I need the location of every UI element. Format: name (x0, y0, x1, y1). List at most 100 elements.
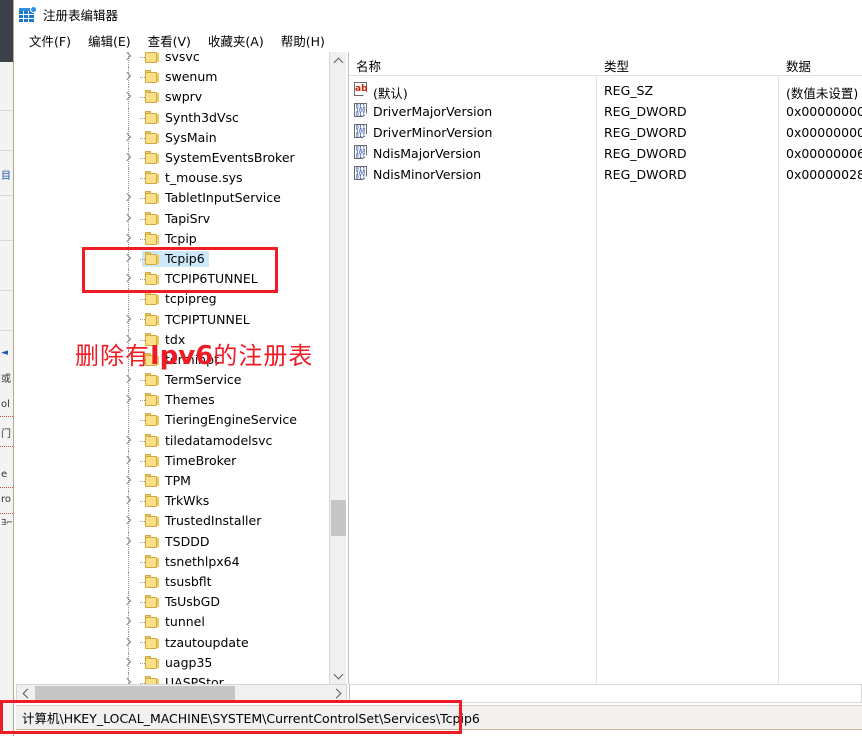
chevron-right-icon[interactable] (120, 52, 136, 67)
chevron-right-icon[interactable] (120, 431, 136, 451)
chevron-right-icon[interactable] (120, 67, 136, 87)
tree-item-content[interactable]: UASPStor (142, 675, 228, 684)
value-row[interactable]: 011 100 011 DriverMinorVersion REG_DWORD 0x00… (349, 122, 862, 143)
tree-item-content[interactable]: tunnel (142, 614, 209, 630)
hscrollbar-thumb[interactable] (35, 686, 235, 701)
tree-item-content[interactable]: uagp35 (142, 655, 216, 671)
tree-item-content[interactable]: swprv (142, 89, 206, 105)
tree-item-content[interactable]: terminpt (142, 352, 223, 368)
tree-item-content[interactable]: TrkWks (142, 493, 213, 509)
chevron-right-icon[interactable] (120, 592, 136, 612)
tree-item-content[interactable]: TabletInputService (142, 190, 285, 206)
tree-item-tunnel[interactable]: tunnel (16, 612, 330, 633)
tree-item-content[interactable]: SystemEventsBroker (142, 150, 299, 166)
chevron-right-icon[interactable] (120, 491, 136, 511)
tree-item-themes[interactable]: Themes (16, 390, 330, 411)
tree-item-tcpip6[interactable]: Tcpip6 (16, 248, 330, 270)
tree-item-content[interactable]: Tcpip (142, 231, 201, 247)
tree-item-content[interactable]: TSDDD (142, 534, 213, 550)
value-row[interactable]: ab (默认) REG_SZ (数值未设置) (349, 80, 862, 101)
tree-item-sysmain[interactable]: SysMain (16, 127, 330, 148)
menu-item-file[interactable]: 文件(F) (21, 29, 80, 52)
chevron-right-icon[interactable] (120, 370, 136, 390)
column-header-type[interactable]: 类型 (604, 56, 629, 75)
value-row[interactable]: 011 100 011 NdisMinorVersion REG_DWORD 0x0000… (349, 164, 862, 185)
tree-item-content[interactable]: swenum (142, 69, 221, 85)
scroll-right-button[interactable] (329, 685, 346, 702)
chevron-right-icon[interactable] (120, 653, 136, 673)
tree-item-trkwks[interactable]: TrkWks (16, 491, 330, 512)
tree-item-content[interactable]: tcpipreg (142, 291, 221, 307)
tree-item-tiledatamodelsvc[interactable]: tiledatamodelsvc (16, 430, 330, 451)
tree-item-content[interactable]: Tcpip6 (142, 250, 209, 267)
tree-item-tpm[interactable]: TPM (16, 470, 330, 492)
column-header-data[interactable]: 数据 (786, 56, 811, 75)
scroll-down-button[interactable] (330, 667, 346, 684)
tree-item-t-mouse-sys[interactable]: t_mouse.sys (16, 168, 330, 189)
chevron-right-icon[interactable] (120, 633, 136, 653)
chevron-right-icon[interactable] (120, 249, 136, 269)
chevron-right-icon[interactable] (120, 532, 136, 552)
tree-item-tsnethlpx64[interactable]: tsnethlpx64 (16, 551, 330, 572)
tree-item-content[interactable]: TCPIP6TUNNEL (142, 271, 262, 287)
tree-item-timebroker[interactable]: TimeBroker (16, 450, 330, 471)
scrollbar-thumb[interactable] (331, 500, 346, 536)
tree-item-content[interactable]: TieringEngineService (142, 412, 301, 428)
tree-item-content[interactable]: TsUsbGD (142, 594, 224, 610)
menu-item-edit[interactable]: 编辑(E) (80, 29, 140, 52)
tree-item-tcpip[interactable]: Tcpip (16, 228, 330, 249)
tree-item-content[interactable]: SysMain (142, 130, 221, 146)
tree-item-content[interactable]: TimeBroker (142, 453, 240, 469)
chevron-right-icon[interactable] (120, 209, 136, 229)
tree-item-termservice[interactable]: TermService (16, 370, 330, 391)
tree-item-content[interactable]: TrustedInstaller (142, 513, 265, 529)
chevron-right-icon[interactable] (120, 87, 136, 107)
scroll-up-button[interactable] (330, 52, 346, 69)
chevron-right-icon[interactable] (120, 673, 136, 684)
tree-item-content[interactable]: tdx (142, 332, 189, 348)
tree-item-uaspstor[interactable]: UASPStor (16, 672, 330, 684)
chevron-right-icon[interactable] (120, 330, 136, 350)
tree-item-tcpipreg[interactable]: tcpipreg (16, 289, 330, 310)
tree-item-synth3dvsc[interactable]: Synth3dVsc (16, 107, 330, 128)
tree-item-content[interactable]: t_mouse.sys (142, 170, 247, 186)
value-row[interactable]: 011 100 011 DriverMajorVersion REG_DWORD 0x00… (349, 101, 862, 122)
chevron-right-icon[interactable] (120, 269, 136, 289)
tree-item-tapisrv[interactable]: TapiSrv (16, 208, 330, 229)
tree-item-tsddd[interactable]: TSDDD (16, 531, 330, 552)
chevron-right-icon[interactable] (120, 471, 136, 491)
chevron-right-icon[interactable] (120, 451, 136, 471)
chevron-right-icon[interactable] (120, 310, 136, 330)
tree-item-svsvc[interactable]: svsvc (16, 52, 330, 68)
chevron-right-icon[interactable] (120, 148, 136, 168)
column-header-name[interactable]: 名称 (356, 56, 381, 75)
tree-item-content[interactable]: TermService (142, 372, 246, 388)
menu-item-help[interactable]: 帮助(H) (273, 29, 334, 52)
chevron-right-icon[interactable] (120, 511, 136, 531)
tree-item-content[interactable]: TapiSrv (142, 211, 214, 227)
chevron-right-icon[interactable] (120, 188, 136, 208)
tree-item-tdx[interactable]: tdx (16, 329, 330, 350)
tree-item-tieringengineservice[interactable]: TieringEngineService (16, 410, 330, 431)
tree-item-tsusbflt[interactable]: tsusbflt (16, 571, 330, 593)
tree-item-content[interactable]: svsvc (142, 52, 204, 65)
tree-item-terminpt[interactable]: terminpt (16, 349, 330, 370)
chevron-right-icon[interactable] (120, 229, 136, 249)
tree-item-tcpip6tunnel[interactable]: TCPIP6TUNNEL (16, 269, 330, 290)
tree-item-tsusbgd[interactable]: TsUsbGD (16, 592, 330, 613)
tree-item-content[interactable]: tzautoupdate (142, 635, 253, 651)
menu-item-favorites[interactable]: 收藏夹(A) (200, 29, 273, 52)
tree-item-content[interactable]: tsusbflt (142, 574, 216, 590)
tree-horizontal-scrollbar[interactable] (16, 684, 347, 703)
value-row[interactable]: 011 100 011 NdisMajorVersion REG_DWORD 0x0000… (349, 143, 862, 164)
tree-item-systemeventsbroker[interactable]: SystemEventsBroker (16, 147, 330, 169)
tree-item-tcpiptunnel[interactable]: TCPIPTUNNEL (16, 309, 330, 330)
tree-item-swenum[interactable]: swenum (16, 67, 330, 88)
background-window-sliver[interactable]: 目 ◄ 或 ol 门 e ro ∃⌐ (0, 0, 14, 736)
tree-item-content[interactable]: TPM (142, 473, 195, 489)
tree-item-tzautoupdate[interactable]: tzautoupdate (16, 632, 330, 653)
tree-item-uagp35[interactable]: uagp35 (16, 652, 330, 673)
tree-item-content[interactable]: Synth3dVsc (142, 110, 243, 126)
chevron-right-icon[interactable] (120, 128, 136, 148)
chevron-right-icon[interactable] (120, 612, 136, 632)
